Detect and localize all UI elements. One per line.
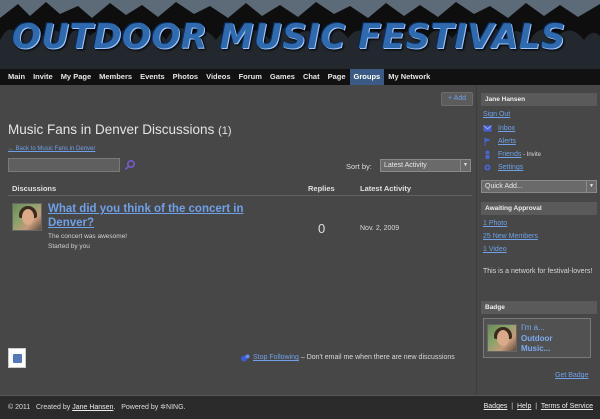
follow-icon xyxy=(241,354,250,362)
search-input[interactable] xyxy=(8,158,120,172)
add-discussion-button[interactable]: + Add xyxy=(441,92,473,106)
network-badge[interactable]: I'm a... Outdoor Music... xyxy=(483,318,591,358)
discussion-count: (1) xyxy=(218,125,232,137)
friends-invite-suffix[interactable]: - Invite xyxy=(521,152,541,158)
creator-link[interactable]: Jane Hansen xyxy=(72,404,113,411)
nav-item-my-network[interactable]: My Network xyxy=(384,69,434,85)
topic-title-link[interactable]: What did you think of the concert in Den… xyxy=(48,203,260,230)
badge-text-line: Music... xyxy=(521,344,551,353)
footer-terms-link[interactable]: Terms of Service xyxy=(541,403,593,410)
main-nav: Main Invite My Page Members Events Photo… xyxy=(0,69,600,85)
site-header: OUTDOOR MUSIC FESTIVALS xyxy=(0,0,600,69)
nav-item-chat[interactable]: Chat xyxy=(299,69,324,85)
page-title-text: Music Fans in Denver Discussions xyxy=(8,122,215,137)
nav-item-events[interactable]: Events xyxy=(136,69,169,85)
get-badge-link[interactable]: Get Badge xyxy=(555,372,588,379)
back-to-group-link[interactable]: ← Back to Music Fans in Denver xyxy=(8,146,95,152)
sidebar: Jane Hansen Sign Out Inbox Alerts Friend… xyxy=(476,85,600,395)
badge-text-line: Outdoor xyxy=(521,333,553,343)
user-box-heading: Jane Hansen xyxy=(481,93,597,106)
badge-text: I'm a... Outdoor Music... xyxy=(521,323,553,355)
follow-line: Stop Following – Don't email me when the… xyxy=(253,354,455,361)
quick-add-select[interactable]: Quick Add... ▼ xyxy=(481,180,597,193)
nav-item-members[interactable]: Members xyxy=(95,69,136,85)
badge-heading: Badge xyxy=(481,301,597,314)
nav-item-photos[interactable]: Photos xyxy=(169,69,202,85)
nav-item-games[interactable]: Games xyxy=(266,69,299,85)
inbox-link[interactable]: Inbox xyxy=(498,125,515,132)
approval-members-link[interactable]: 25 New Members xyxy=(483,233,538,240)
chevron-down-icon: ▼ xyxy=(460,160,470,171)
stop-following-link[interactable]: Stop Following xyxy=(253,354,299,361)
nav-item-page[interactable]: Page xyxy=(324,69,350,85)
badge-avatar xyxy=(487,324,517,352)
nav-item-main[interactable]: Main xyxy=(4,69,29,85)
flag-icon xyxy=(484,138,491,146)
column-header-latest-activity: Latest Activity xyxy=(360,184,411,193)
ning-logo-text[interactable]: NING. xyxy=(166,404,185,411)
person-icon xyxy=(485,150,490,159)
quick-add-value: Quick Add... xyxy=(485,183,523,190)
nav-item-invite[interactable]: Invite xyxy=(29,69,57,85)
site-title[interactable]: OUTDOOR MUSIC FESTIVALS xyxy=(12,17,566,57)
envelope-icon xyxy=(483,125,492,132)
approval-video-link[interactable]: 1 Video xyxy=(483,246,507,253)
sort-select-value: Latest Activity xyxy=(384,162,427,169)
footer-credits: © 2011 Created by Jane Hansen. Powered b… xyxy=(8,404,186,411)
nav-item-forum[interactable]: Forum xyxy=(235,69,266,85)
topic-author: Started by you xyxy=(48,243,90,250)
follow-description: – Don't email me when there are new disc… xyxy=(300,354,455,361)
site-footer: © 2011 Created by Jane Hansen. Powered b… xyxy=(0,395,600,419)
nav-item-videos[interactable]: Videos xyxy=(202,69,234,85)
nav-item-groups[interactable]: Groups xyxy=(349,69,385,85)
alerts-link[interactable]: Alerts xyxy=(498,138,516,145)
search-icon[interactable] xyxy=(124,159,136,171)
rss-feed-icon[interactable] xyxy=(8,348,26,368)
column-header-discussions: Discussions xyxy=(12,184,57,193)
topic-latest-activity: Nov. 2, 2009 xyxy=(360,225,400,232)
gear-icon xyxy=(484,164,491,171)
avatar[interactable] xyxy=(12,203,42,231)
friends-link[interactable]: Friends xyxy=(498,151,521,158)
footer-help-link[interactable]: Help xyxy=(517,403,531,410)
topic-excerpt: The concert was awesome! xyxy=(48,233,128,240)
nav-item-my-page[interactable]: My Page xyxy=(57,69,95,85)
footer-badges-link[interactable]: Badges xyxy=(484,403,508,410)
topic-reply-count: 0 xyxy=(318,221,326,236)
badge-text-line: I'm a... xyxy=(521,323,545,332)
copyright: © 2011 xyxy=(8,404,31,411)
sign-out-link[interactable]: Sign Out xyxy=(483,111,510,118)
sort-select[interactable]: Latest Activity ▼ xyxy=(380,159,471,172)
created-by-label: Created by xyxy=(36,404,71,411)
network-description: This is a network for festival-lovers! xyxy=(483,268,593,275)
powered-by-label: Powered by xyxy=(121,404,159,411)
approval-photo-link[interactable]: 1 Photo xyxy=(483,220,507,227)
page-title: Music Fans in Denver Discussions (1) xyxy=(8,122,232,137)
settings-link[interactable]: Settings xyxy=(498,164,523,171)
column-header-replies: Replies xyxy=(308,184,335,193)
awaiting-approval-heading: Awaiting Approval xyxy=(481,202,597,215)
main-content: + Add Music Fans in Denver Discussions (… xyxy=(0,85,476,395)
sort-label: Sort by: xyxy=(346,162,372,171)
footer-links: Badges | Help | Terms of Service xyxy=(483,403,593,410)
table-header-divider xyxy=(8,195,472,196)
chevron-down-icon: ▼ xyxy=(586,181,596,192)
friends-line: Friends - Invite xyxy=(498,151,541,158)
